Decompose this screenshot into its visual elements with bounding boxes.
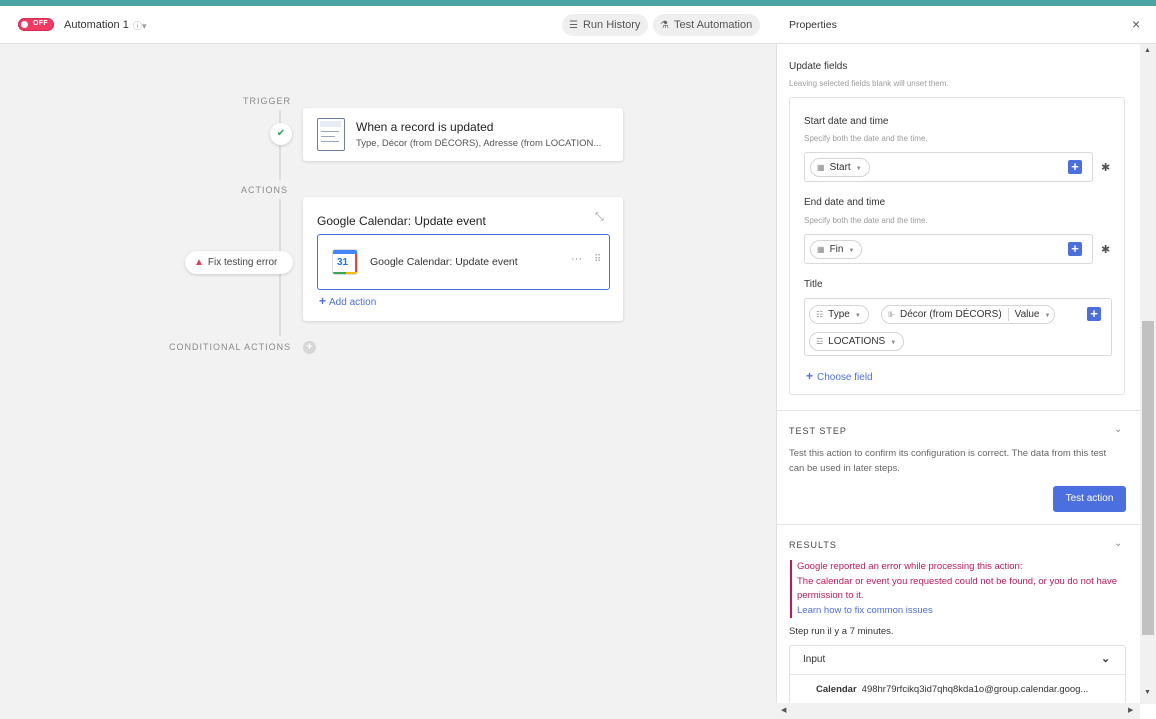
test-step-title: TEST STEP <box>789 426 847 436</box>
start-hint: Specify both the date and the time. <box>804 134 928 143</box>
input-calendar-row: Calendar 498hr79rfcikq3id7qhq8kda1o@group… <box>816 684 1088 695</box>
title-field[interactable]: ☷ Type ▼ ⊪ Décor (from DÉCORS) Value ▼ + ☲ LOC… <box>804 298 1112 356</box>
collapse-icon[interactable]: ⤡ <box>595 211 604 224</box>
end-label: End date and time <box>804 197 886 208</box>
calendar-key: Calendar <box>816 684 857 695</box>
add-token-button[interactable]: + <box>1068 242 1082 256</box>
google-calendar-icon: 31 <box>332 249 358 275</box>
list-icon: ☰ <box>569 20 578 31</box>
add-token-button[interactable]: + <box>1068 160 1082 174</box>
plus-icon: + <box>319 294 327 308</box>
trigger-subtitle: Type, Décor (from DÉCORS), Adresse (from… <box>356 138 602 149</box>
action-group-card: Google Calendar: Update event ⤡ 31 Googl… <box>303 197 623 321</box>
conditional-actions-label: CONDITIONAL ACTIONS <box>169 342 292 352</box>
add-conditional-icon[interactable]: + <box>303 341 316 354</box>
choose-field-label: Choose field <box>817 372 873 383</box>
toggle-label: OFF <box>33 20 48 27</box>
error-line-1: Google reported an error while processin… <box>797 561 1023 572</box>
fix-testing-error-button[interactable]: ▲ Fix testing error <box>185 251 293 274</box>
actions-section-label: ACTIONS <box>241 185 289 195</box>
drag-handle-icon[interactable]: ⠿ <box>594 254 601 265</box>
trigger-title: When a record is updated <box>356 120 494 134</box>
close-icon[interactable]: × <box>1132 16 1140 32</box>
automation-name[interactable]: Automation 1 <box>64 19 129 31</box>
lookup-field-icon: ⊪ <box>888 310 895 319</box>
scroll-up-icon[interactable]: ▲ <box>1144 47 1151 54</box>
title-label: Title <box>804 279 823 290</box>
connector-line <box>279 145 281 180</box>
start-label: Start date and time <box>804 116 889 127</box>
horizontal-scrollbar[interactable] <box>776 703 1140 719</box>
update-fields-title: Update fields <box>789 61 848 72</box>
start-field[interactable]: ▦ Start ▼ + <box>804 152 1093 182</box>
link-field-icon: ☲ <box>816 337 824 346</box>
error-line-2: The calendar or event you requested coul… <box>797 575 1118 602</box>
run-history-label: Run History <box>582 19 641 31</box>
decor-token[interactable]: ⊪ Décor (from DÉCORS) Value ▼ <box>881 305 1056 324</box>
learn-fix-link[interactable]: Learn how to fix common issues <box>797 604 1126 619</box>
list-field-icon: ☷ <box>816 310 824 319</box>
chevron-down-icon[interactable]: ⌄ <box>1114 538 1122 549</box>
input-label: Input <box>803 654 826 665</box>
results-title: RESULTS <box>789 540 837 550</box>
divider <box>776 524 1140 525</box>
connector-line <box>279 110 281 123</box>
calendar-value: 498hr79rfcikq3id7qhq8kda1o@group.calenda… <box>861 684 1089 695</box>
test-action-button[interactable]: Test action <box>1053 486 1126 512</box>
test-automation-button[interactable]: ⚗ Test Automation <box>653 14 761 36</box>
divider <box>776 410 1140 411</box>
record-table-icon <box>317 118 345 151</box>
chevron-down-icon: ▼ <box>855 166 862 172</box>
gear-icon[interactable]: ✱ <box>1101 243 1110 256</box>
toggle-knob <box>21 21 28 28</box>
action-group-title: Google Calendar: Update event <box>317 214 486 228</box>
add-token-button[interactable]: + <box>1087 307 1101 321</box>
error-message: Google reported an error while processin… <box>790 560 1126 618</box>
update-fields-hint: Leaving selected fields blank will unset… <box>789 79 949 88</box>
more-options-icon[interactable]: ··· <box>571 253 582 265</box>
trigger-section-label: TRIGGER <box>243 96 292 106</box>
add-action-label: Add action <box>329 297 377 308</box>
action-item-google-calendar[interactable]: 31 Google Calendar: Update event ··· ⠿ <box>317 234 610 290</box>
connector-line <box>279 274 281 336</box>
properties-header: Properties × <box>776 6 1156 44</box>
gear-icon[interactable]: ✱ <box>1101 161 1110 174</box>
scrollbar-thumb[interactable] <box>1142 321 1154 635</box>
flask-icon: ⚗ <box>660 20 669 31</box>
chevron-down-icon[interactable]: ⌄ <box>1114 424 1122 435</box>
type-token[interactable]: ☷ Type ▼ <box>809 305 869 324</box>
chevron-down-icon: ▼ <box>848 248 855 254</box>
chevron-down-icon: ▼ <box>854 313 861 319</box>
scroll-right-icon[interactable]: ▶ <box>1128 706 1133 714</box>
step-run-time: Step run il y a 7 minutes. <box>789 626 894 637</box>
choose-field-button[interactable]: + Choose field <box>806 369 873 383</box>
run-history-button[interactable]: ☰ Run History <box>562 14 649 36</box>
scroll-down-icon[interactable]: ▼ <box>1144 689 1151 696</box>
automation-toggle[interactable]: OFF <box>18 18 54 31</box>
add-action-button[interactable]: + Add action <box>319 294 376 308</box>
plus-icon: + <box>806 369 814 383</box>
info-icon[interactable]: ⓘ▾ <box>133 19 147 32</box>
scroll-left-icon[interactable]: ◀ <box>781 706 786 714</box>
fix-error-label: Fix testing error <box>207 257 278 268</box>
trigger-card[interactable]: When a record is updated Type, Décor (fr… <box>303 108 623 161</box>
calendar-field-icon: ▦ <box>817 163 825 172</box>
properties-title: Properties <box>789 19 837 31</box>
trigger-success-check-icon: ✔ <box>270 123 292 145</box>
test-step-description: Test this action to confirm its configur… <box>789 448 1107 474</box>
locations-token[interactable]: ☲ LOCATIONS ▼ <box>809 332 905 351</box>
end-token[interactable]: ▦ Fin ▼ <box>810 240 863 259</box>
end-field[interactable]: ▦ Fin ▼ + <box>804 234 1093 264</box>
warning-icon: ▲ <box>194 257 204 268</box>
calendar-field-icon: ▦ <box>817 245 825 254</box>
end-hint: Specify both the date and the time. <box>804 216 928 225</box>
start-token[interactable]: ▦ Start ▼ <box>810 158 870 177</box>
action-item-label: Google Calendar: Update event <box>370 256 518 268</box>
chevron-down-icon[interactable]: ⌄ <box>1101 652 1110 665</box>
connector-line <box>279 199 281 251</box>
chevron-down-icon: ▼ <box>1044 313 1051 319</box>
chevron-down-icon: ▼ <box>890 340 897 346</box>
test-automation-label: Test Automation <box>673 19 753 31</box>
